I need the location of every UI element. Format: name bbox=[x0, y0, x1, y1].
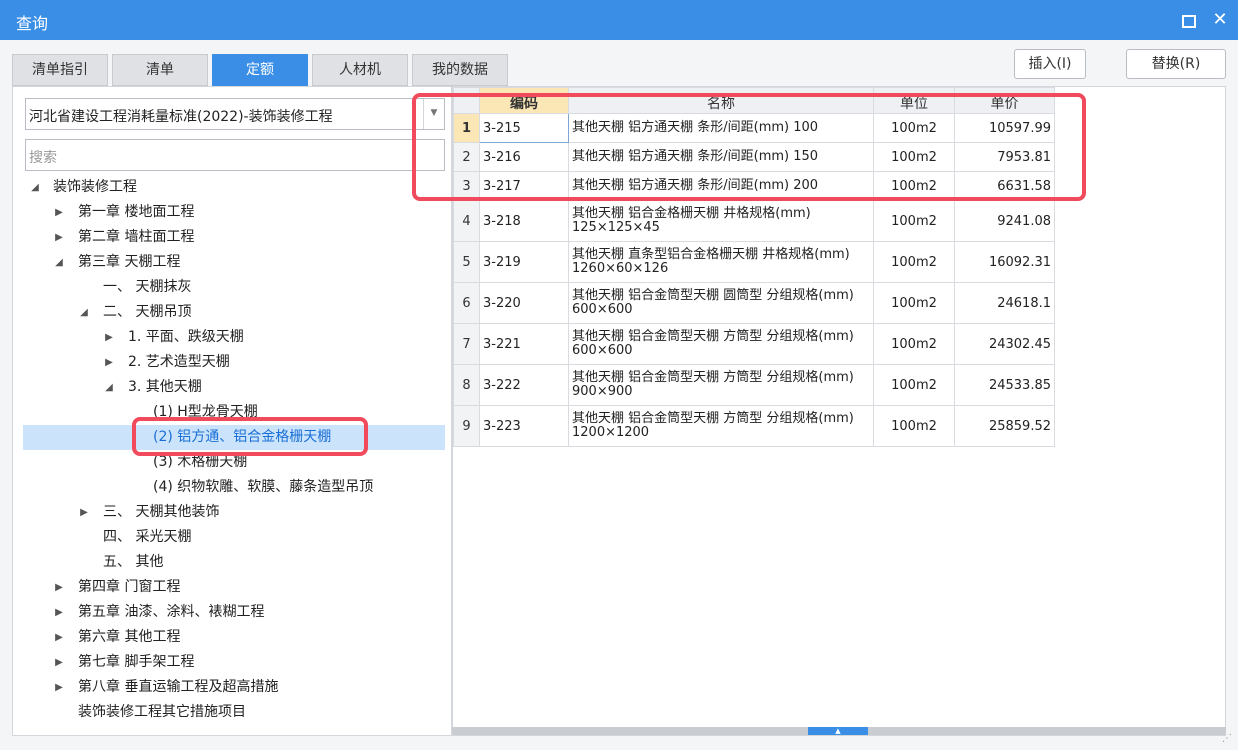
scroll-handle[interactable]: ▲ bbox=[808, 727, 868, 735]
tab-quota[interactable]: 定额 bbox=[212, 54, 308, 86]
cell-price[interactable]: 9241.08 bbox=[954, 200, 1055, 242]
tree-node[interactable]: ▶ 第一章 楼地面工程 bbox=[23, 200, 445, 225]
expand-arrow-icon[interactable]: ▶ bbox=[102, 350, 116, 375]
table-row[interactable]: 6 3-220 其他天棚 铝合金筒型天棚 圆筒型 分组规格(mm) 600×60… bbox=[453, 282, 1055, 324]
row-number: 6 bbox=[453, 282, 480, 324]
insert-button[interactable]: 插入(I) bbox=[1014, 49, 1086, 79]
expand-arrow-icon[interactable]: ▶ bbox=[52, 625, 66, 650]
expand-arrow-icon[interactable]: ▶ bbox=[52, 575, 66, 600]
tree-node[interactable]: ◢ 二、 天棚吊顶 bbox=[23, 300, 445, 325]
tree-node[interactable]: 五、 其他 bbox=[23, 550, 445, 575]
collapse-arrow-icon[interactable]: ◢ bbox=[28, 175, 42, 200]
cell-unit[interactable]: 100m2 bbox=[873, 241, 955, 283]
tab-bill-guide[interactable]: 清单指引 bbox=[12, 54, 108, 86]
cell-name[interactable]: 其他天棚 铝合金筒型天棚 圆筒型 分组规格(mm) 600×600 bbox=[568, 282, 874, 324]
highlight-frame-rows bbox=[412, 93, 1086, 201]
horizontal-scrollbar[interactable]: ▲ bbox=[452, 727, 1226, 735]
table-row[interactable]: 7 3-221 其他天棚 铝合金筒型天棚 方筒型 分组规格(mm) 600×60… bbox=[453, 323, 1055, 365]
tree-node[interactable]: ▶ 三、 天棚其他装饰 bbox=[23, 500, 445, 525]
cell-name[interactable]: 其他天棚 直条型铝合金格栅天棚 井格规格(mm) 1260×60×126 bbox=[568, 241, 874, 283]
cell-code[interactable]: 3-223 bbox=[479, 405, 569, 447]
query-dialog: 查询 ✕ 清单指引 清单 定额 人材机 我的数据 插入(I) 替换(R) 河北省… bbox=[0, 0, 1238, 750]
tab-my-data[interactable]: 我的数据 bbox=[412, 54, 508, 86]
cell-name[interactable]: 其他天棚 铝合金格栅天棚 井格规格(mm) 125×125×45 bbox=[568, 200, 874, 242]
tab-labor-material[interactable]: 人材机 bbox=[312, 54, 408, 86]
table-row[interactable]: 5 3-219 其他天棚 直条型铝合金格栅天棚 井格规格(mm) 1260×60… bbox=[453, 241, 1055, 283]
tree-node[interactable]: ▶ 第七章 脚手架工程 bbox=[23, 650, 445, 675]
cell-price[interactable]: 16092.31 bbox=[954, 241, 1055, 283]
window-title: 查询 bbox=[16, 14, 49, 33]
expand-arrow-icon[interactable]: ▶ bbox=[52, 675, 66, 700]
cell-unit[interactable]: 100m2 bbox=[873, 323, 955, 365]
standard-select-value: 河北省建设工程消耗量标准(2022)-装饰装修工程 bbox=[29, 109, 333, 125]
tab-bill[interactable]: 清单 bbox=[112, 54, 208, 86]
cell-unit[interactable]: 100m2 bbox=[873, 200, 955, 242]
tree-node[interactable]: ▶ 第六章 其他工程 bbox=[23, 625, 445, 650]
collapse-arrow-icon[interactable]: ◢ bbox=[52, 250, 66, 275]
tree-node[interactable]: ◢ 第三章 天棚工程 bbox=[23, 250, 445, 275]
resize-grip-icon[interactable]: ⋰ bbox=[1222, 733, 1232, 744]
cell-code[interactable]: 3-220 bbox=[479, 282, 569, 324]
maximize-button[interactable] bbox=[1176, 8, 1200, 32]
tree-node[interactable]: ▶ 第八章 垂直运输工程及超高措施 bbox=[23, 675, 445, 700]
collapse-arrow-icon[interactable]: ◢ bbox=[102, 375, 116, 400]
cell-name[interactable]: 其他天棚 铝合金筒型天棚 方筒型 分组规格(mm) 600×600 bbox=[568, 323, 874, 365]
expand-arrow-icon[interactable]: ▶ bbox=[52, 600, 66, 625]
cell-price[interactable]: 24302.45 bbox=[954, 323, 1055, 365]
tree-node[interactable]: ▶ 第五章 油漆、涂料、裱糊工程 bbox=[23, 600, 445, 625]
tree-node[interactable]: ▶ 第二章 墙柱面工程 bbox=[23, 225, 445, 250]
highlight-frame-tree-node bbox=[132, 417, 368, 456]
expand-arrow-icon[interactable]: ▶ bbox=[52, 225, 66, 250]
cell-name[interactable]: 其他天棚 铝合金筒型天棚 方筒型 分组规格(mm) 900×900 bbox=[568, 364, 874, 406]
cell-price[interactable]: 25859.52 bbox=[954, 405, 1055, 447]
cell-code[interactable]: 3-219 bbox=[479, 241, 569, 283]
table-row[interactable]: 4 3-218 其他天棚 铝合金格栅天棚 井格规格(mm) 125×125×45… bbox=[453, 200, 1055, 242]
tree-node[interactable]: ▶ 1. 平面、跌级天棚 bbox=[23, 325, 445, 350]
cell-name[interactable]: 其他天棚 铝合金筒型天棚 方筒型 分组规格(mm) 1200×1200 bbox=[568, 405, 874, 447]
cell-price[interactable]: 24533.85 bbox=[954, 364, 1055, 406]
maximize-icon bbox=[1182, 15, 1196, 28]
table-row[interactable]: 9 3-223 其他天棚 铝合金筒型天棚 方筒型 分组规格(mm) 1200×1… bbox=[453, 405, 1055, 447]
row-number: 8 bbox=[453, 364, 480, 406]
cell-unit[interactable]: 100m2 bbox=[873, 364, 955, 406]
standard-select[interactable]: 河北省建设工程消耗量标准(2022)-装饰装修工程 ▼ bbox=[25, 98, 445, 130]
expand-arrow-icon[interactable]: ▶ bbox=[102, 325, 116, 350]
title-bar[interactable]: 查询 ✕ bbox=[0, 0, 1238, 40]
cell-price[interactable]: 24618.1 bbox=[954, 282, 1055, 324]
tree-node[interactable]: (4) 织物软雕、软膜、藤条造型吊顶 bbox=[23, 475, 445, 500]
tree-node[interactable]: 装饰装修工程其它措施项目 bbox=[23, 700, 445, 725]
close-icon: ✕ bbox=[1212, 9, 1228, 30]
cell-code[interactable]: 3-218 bbox=[479, 200, 569, 242]
tree-node[interactable]: 四、 采光天棚 bbox=[23, 525, 445, 550]
table-row[interactable]: 8 3-222 其他天棚 铝合金筒型天棚 方筒型 分组规格(mm) 900×90… bbox=[453, 364, 1055, 406]
cell-code[interactable]: 3-221 bbox=[479, 323, 569, 365]
row-number: 5 bbox=[453, 241, 480, 283]
expand-arrow-icon[interactable]: ▶ bbox=[77, 500, 91, 525]
tree-node[interactable]: ▶ 第四章 门窗工程 bbox=[23, 575, 445, 600]
cell-code[interactable]: 3-222 bbox=[479, 364, 569, 406]
replace-button[interactable]: 替换(R) bbox=[1126, 49, 1226, 79]
collapse-arrow-icon[interactable]: ◢ bbox=[77, 300, 91, 325]
row-number: 9 bbox=[453, 405, 480, 447]
left-panel: 河北省建设工程消耗量标准(2022)-装饰装修工程 ▼ 搜索 ◢ 装饰装修工程 … bbox=[12, 86, 452, 736]
tree-node[interactable]: 一、 天棚抹灰 bbox=[23, 275, 445, 300]
search-placeholder: 搜索 bbox=[29, 150, 57, 166]
row-number: 7 bbox=[453, 323, 480, 365]
expand-arrow-icon[interactable]: ▶ bbox=[52, 650, 66, 675]
tree-node[interactable]: ◢ 3. 其他天棚 bbox=[23, 375, 445, 400]
tree-node[interactable]: ▶ 2. 艺术造型天棚 bbox=[23, 350, 445, 375]
row-number: 4 bbox=[453, 200, 480, 242]
chevron-up-icon: ▲ bbox=[835, 727, 841, 735]
search-input[interactable]: 搜索 bbox=[25, 139, 445, 171]
close-button[interactable]: ✕ bbox=[1208, 8, 1232, 32]
cell-unit[interactable]: 100m2 bbox=[873, 405, 955, 447]
cell-unit[interactable]: 100m2 bbox=[873, 282, 955, 324]
expand-arrow-icon[interactable]: ▶ bbox=[52, 200, 66, 225]
tree-node[interactable]: ◢ 装饰装修工程 bbox=[23, 175, 445, 200]
